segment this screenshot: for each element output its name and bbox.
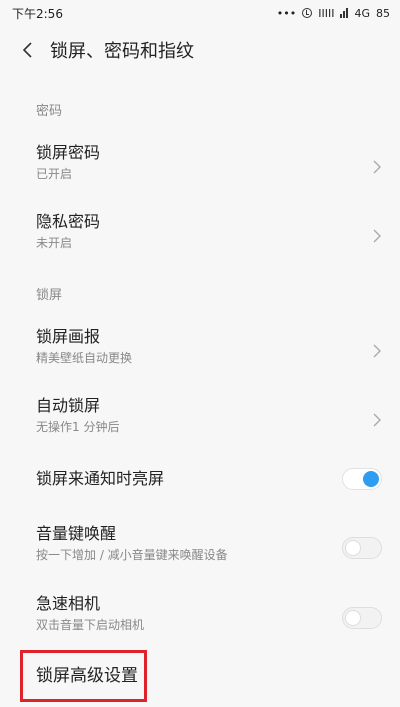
row-privacy-password[interactable]: 隐私密码 未开启 [0,212,400,260]
highlight-annotation-box [20,650,147,702]
row-title: 急速相机 [36,594,101,613]
toggle-knob [363,471,379,487]
chevron-right-icon [373,413,381,427]
status-bar: 下午2:56 ••• IIIII 4G 85 [0,0,400,26]
row-title: 音量键唤醒 [36,524,117,543]
row-subtitle: 双击音量下启动相机 [36,618,145,632]
row-subtitle: 按一下增加 / 减小音量键来唤醒设备 [36,548,228,562]
section-title-password: 密码 [36,104,63,119]
chevron-right-icon [373,229,381,243]
notify-wake-toggle[interactable] [342,468,382,490]
row-lock-pictorial[interactable]: 锁屏画报 精美壁纸自动更换 [0,327,400,375]
row-auto-lock[interactable]: 自动锁屏 无操作1 分钟后 [0,396,400,444]
chevron-right-icon [373,344,381,358]
row-lock-password[interactable]: 锁屏密码 已开启 [0,143,400,191]
back-arrow-icon[interactable] [18,40,38,60]
header: 锁屏、密码和指纹 [0,26,400,74]
row-subtitle: 无操作1 分钟后 [36,420,120,434]
row-title: 锁屏来通知时亮屏 [36,469,165,488]
battery-level: 85 [376,6,390,20]
row-subtitle: 未开启 [36,236,73,250]
page-title: 锁屏、密码和指纹 [50,41,194,62]
toggle-knob [345,540,361,556]
more-dots-icon: ••• [276,6,297,20]
alarm-icon [302,8,313,18]
toggle-knob [345,610,361,626]
row-volume-wake[interactable]: 音量键唤醒 按一下增加 / 减小音量键来唤醒设备 [0,524,400,572]
row-title: 锁屏密码 [36,143,101,162]
status-time: 下午2:56 [12,6,63,21]
section-title-lockscreen: 锁屏 [36,288,63,303]
chevron-right-icon [373,160,381,174]
status-icons: ••• IIIII 4G 85 [277,7,390,20]
quick-camera-toggle[interactable] [342,607,382,629]
row-quick-camera[interactable]: 急速相机 双击音量下启动相机 [0,594,400,642]
row-title: 自动锁屏 [36,396,101,415]
volume-wake-toggle[interactable] [342,537,382,559]
row-title: 锁屏画报 [36,327,101,346]
signal-text: IIIII [318,6,335,20]
signal-icon [340,8,349,18]
row-notify-wake[interactable]: 锁屏来通知时亮屏 [0,466,400,492]
row-title: 隐私密码 [36,212,101,231]
row-subtitle: 精美壁纸自动更换 [36,351,133,365]
row-subtitle: 已开启 [36,167,73,181]
network-type: 4G [354,6,370,20]
